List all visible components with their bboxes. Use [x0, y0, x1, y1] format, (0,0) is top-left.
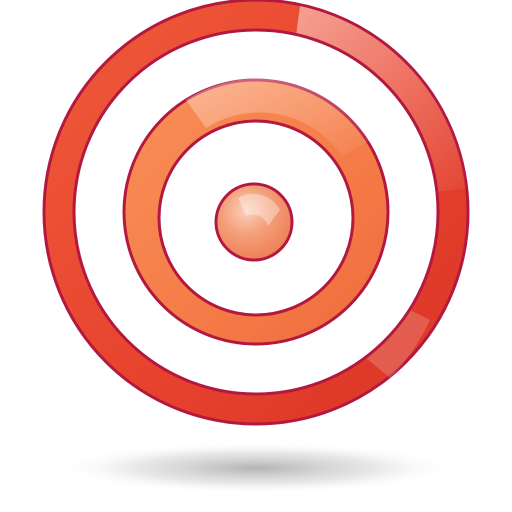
icon-canvas	[0, 0, 512, 512]
target-icon	[42, 0, 470, 494]
drop-shadow	[56, 442, 456, 494]
